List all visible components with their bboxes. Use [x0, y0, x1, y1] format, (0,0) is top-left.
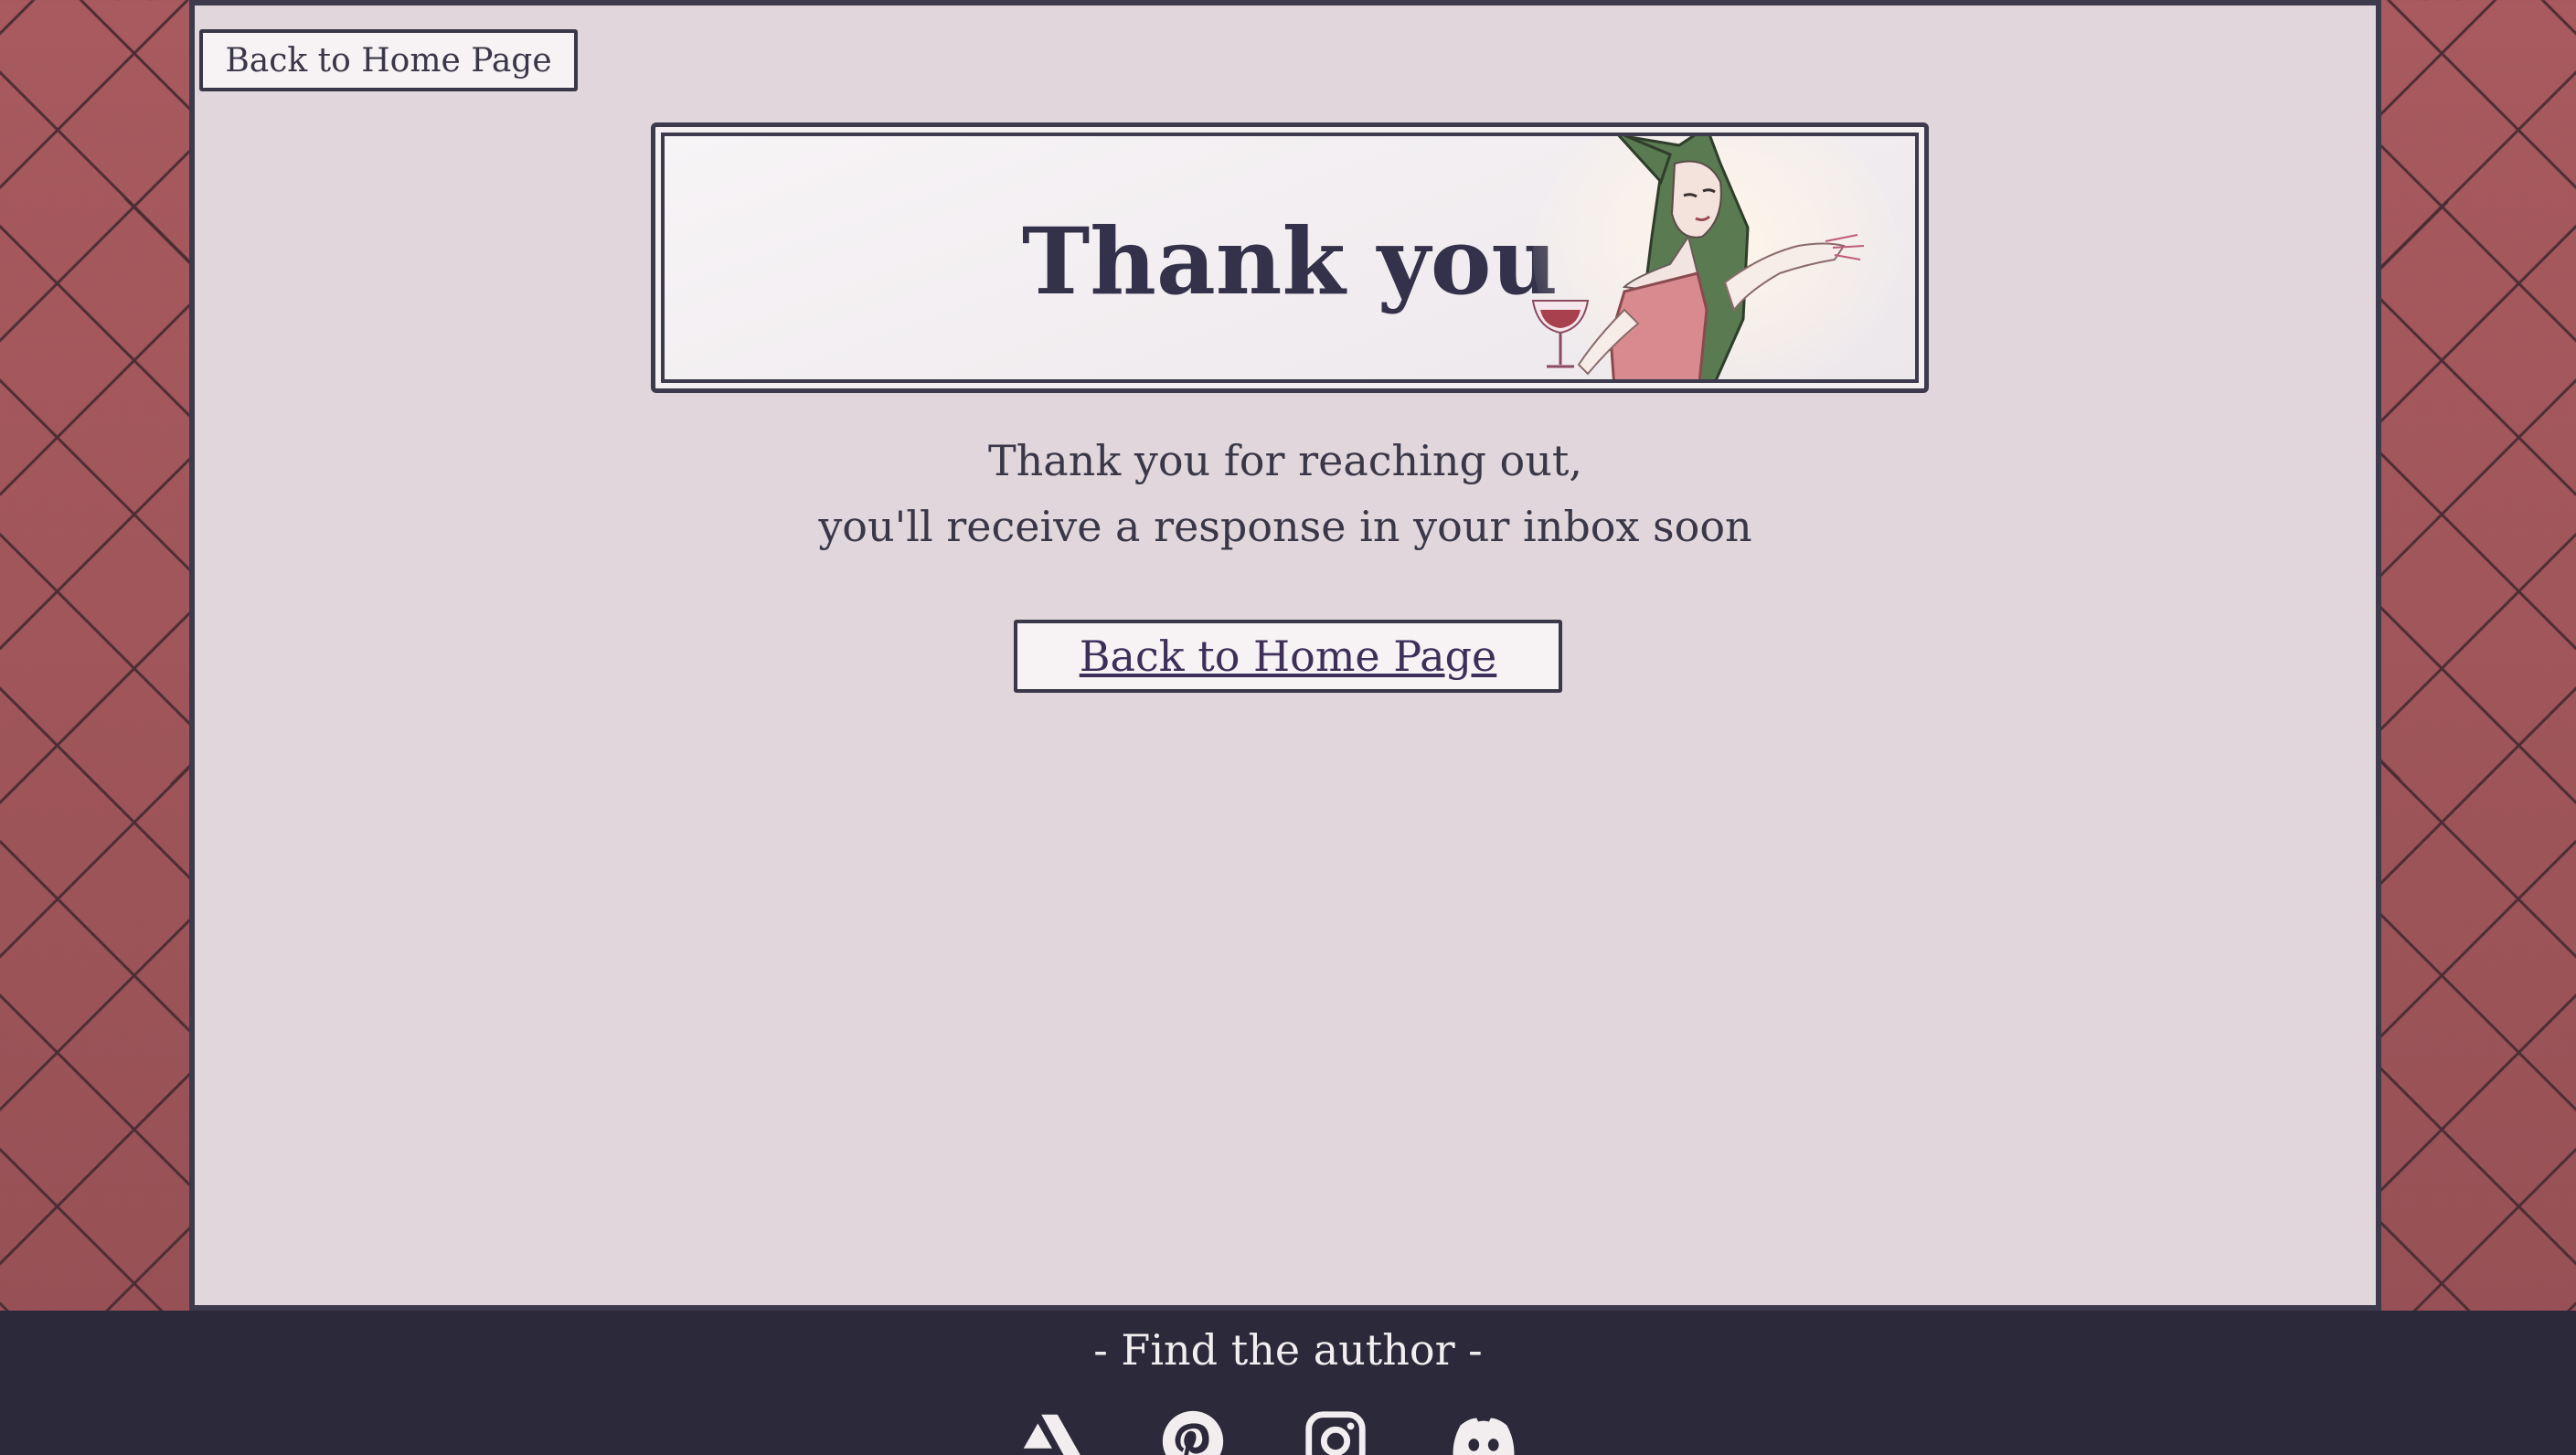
- discord-icon[interactable]: [1448, 1406, 1519, 1455]
- pinterest-icon[interactable]: [1157, 1406, 1229, 1455]
- character-illustration: [1531, 136, 1899, 379]
- banner-inner-frame: Thank you: [661, 133, 1919, 383]
- instagram-icon[interactable]: [1300, 1406, 1371, 1455]
- main-panel: Back to Home Page Thank you Thank you fo…: [189, 0, 2381, 1311]
- back-to-home-button[interactable]: Back to Home Page: [1014, 620, 1562, 693]
- footer-title: - Find the author -: [1093, 1325, 1483, 1375]
- artstation-icon[interactable]: [1015, 1406, 1086, 1455]
- thank-you-message: Thank you for reaching out, you'll recei…: [195, 428, 2376, 559]
- message-line-2: you'll receive a response in your inbox …: [818, 502, 1752, 551]
- thank-you-banner: Thank you: [651, 122, 1929, 393]
- message-line-1: Thank you for reaching out,: [988, 436, 1582, 485]
- footer: - Find the author -: [0, 1311, 2576, 1455]
- back-to-home-button-top[interactable]: Back to Home Page: [199, 29, 578, 91]
